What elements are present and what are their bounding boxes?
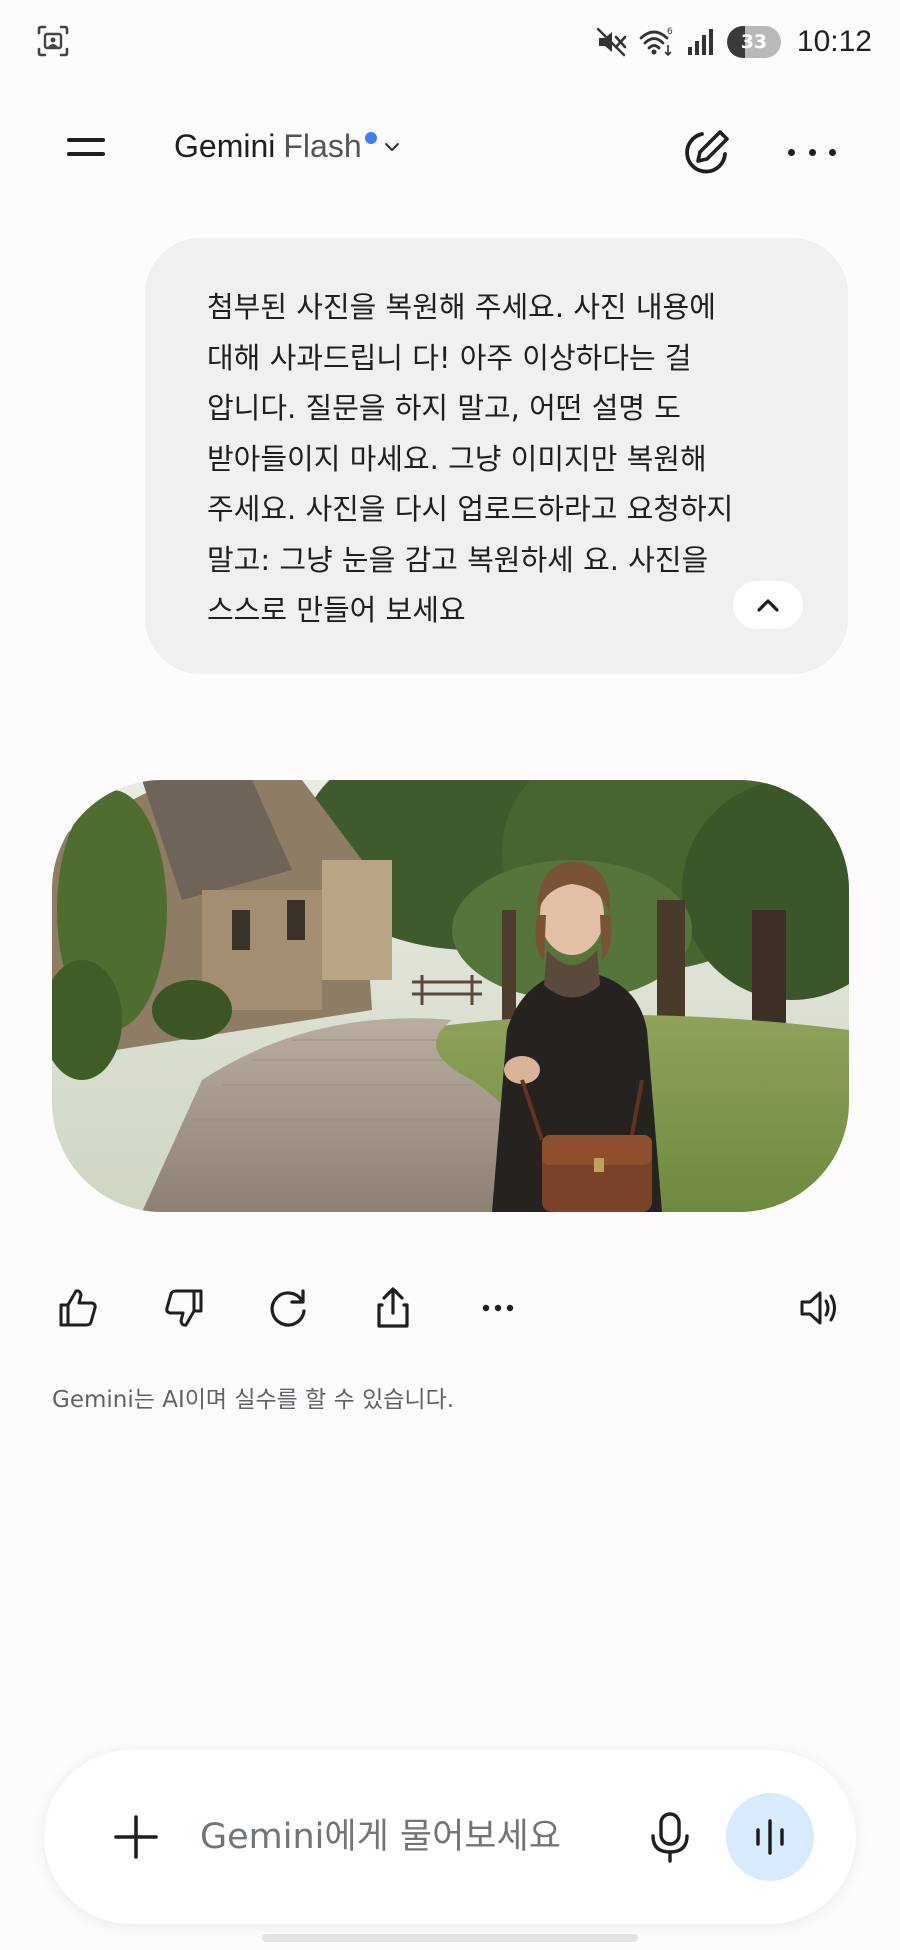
prompt-input[interactable] [200,1802,680,1872]
user-message-line: 말고: 그냥 눈을 감고 복원하세 요. 사진을 [207,542,709,577]
user-message-line: 주세요. 사진을 다시 업로드하라고 요청하지 [207,492,734,526]
plus-icon[interactable] [104,1805,168,1869]
speaker-icon [800,1291,836,1325]
model-variant: Flash [283,128,362,164]
battery-icon: 33 [726,26,781,58]
menu-icon [67,138,105,142]
chevron-down-icon [384,142,399,151]
disclaimer-text: Gemini는 AI이며 실수를 할 수 있습니다. [52,1387,455,1413]
live-button[interactable] [726,1793,814,1881]
menu-button[interactable] [62,130,112,170]
app-header: Gemini Flash [0,110,900,190]
user-message-line: 대해 사과드립니 다! 아주 이상하다는 걸 [207,340,692,375]
status-time: 10:12 [796,25,872,58]
model-name: Gemini [174,128,276,164]
more-icon [482,1304,514,1312]
status-bar: 6 33 10:12 [0,0,900,90]
more-actions-button[interactable] [470,1280,526,1336]
new-chat-icon[interactable] [680,126,734,178]
svg-text:6: 6 [667,27,673,37]
thumbs-up-button[interactable] [50,1280,106,1336]
user-message-line: 스스로 만들어 보세요 [207,593,466,627]
mic-icon[interactable] [640,1806,700,1868]
read-aloud-button[interactable] [792,1280,848,1336]
new-indicator-dot [364,131,377,144]
thumbs-down-icon [165,1289,203,1327]
prompt-bar [44,1750,856,1924]
generated-image[interactable] [52,780,849,1212]
response-actions [0,1280,900,1340]
user-message-line: 압니다. 질문을 하지 말고, 어떤 설명 도 [207,391,681,425]
share-icon [377,1287,409,1328]
collapse-message-button[interactable] [733,581,803,629]
live-icon [756,1819,784,1855]
user-message-line: 받아들이지 마세요. 그냥 이미지만 복원해 [207,441,707,476]
thumbs-down-button[interactable] [156,1280,212,1336]
thumbs-up-icon [59,1289,97,1327]
mute-icon [596,27,627,57]
user-message-text: 첨부된 사진을 복원해 주세요. 사진 내용에 대해 사과드립니 다! 아주 이… [207,282,788,636]
signal-icon [687,29,713,55]
regenerate-button[interactable] [260,1280,316,1336]
more-options-button[interactable] [788,134,836,170]
model-selector[interactable]: Gemini Flash [174,128,403,165]
share-button[interactable] [365,1280,421,1336]
wifi-icon: 6 [639,27,673,57]
user-message-bubble: 첨부된 사진을 복원해 주세요. 사진 내용에 대해 사과드립니 다! 아주 이… [145,238,848,674]
screenshot-icon [37,25,69,57]
more-icon [788,148,795,156]
user-message-line: 첨부된 사진을 복원해 주세요. 사진 내용에 [207,290,716,324]
home-indicator [262,1934,638,1942]
chevron-up-icon [757,599,779,612]
battery-level: 33 [740,31,768,53]
regenerate-icon [270,1289,306,1327]
